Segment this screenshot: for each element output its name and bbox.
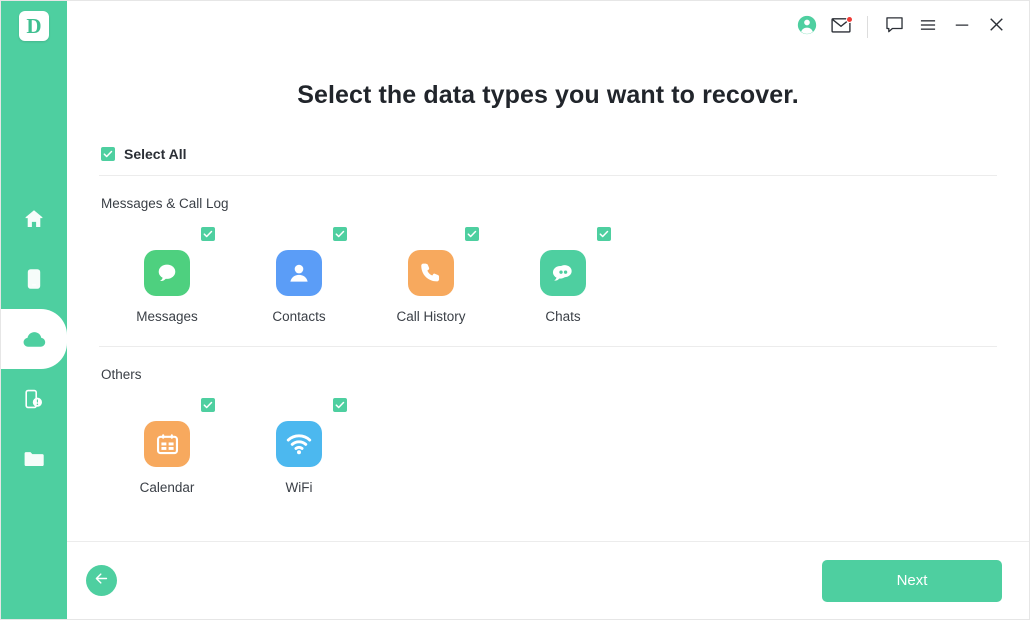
section-divider-middle (99, 346, 997, 347)
feedback-icon (884, 14, 905, 40)
back-button[interactable] (86, 565, 117, 596)
chats-label: Chats (545, 309, 581, 324)
messages-icon (144, 250, 190, 296)
data-type-messages[interactable]: Messages (101, 227, 233, 324)
data-type-calendar[interactable]: Calendar (101, 398, 233, 495)
select-all-checkbox[interactable] (101, 147, 115, 161)
wifi-label: WiFi (285, 480, 313, 495)
contacts-label: Contacts (272, 309, 326, 324)
minimize-button[interactable] (945, 10, 979, 44)
close-button[interactable] (979, 10, 1013, 44)
app-logo: D (19, 11, 49, 41)
footer-bar: Next (67, 541, 1029, 619)
call-history-icon (408, 250, 454, 296)
messages-label: Messages (136, 309, 198, 324)
account-button[interactable] (790, 10, 824, 44)
sidebar-item-files[interactable] (1, 429, 67, 489)
data-type-grid-messages: Messages Contacts Call History Chats (99, 227, 997, 324)
section-divider-top (99, 175, 997, 176)
select-all-label: Select All (124, 146, 187, 162)
data-type-call-history[interactable]: Call History (365, 227, 497, 324)
mail-badge-dot (846, 16, 853, 23)
page-title: Select the data types you want to recove… (297, 81, 799, 109)
app-logo-letter: D (26, 13, 42, 38)
contacts-checkbox[interactable] (333, 227, 347, 241)
section-title-others: Others (101, 367, 142, 382)
wifi-icon (276, 421, 322, 467)
main-area: Select the data types you want to recove… (67, 1, 1029, 619)
contacts-icon (276, 250, 322, 296)
home-icon (22, 207, 46, 231)
cloud-icon (21, 326, 48, 353)
account-icon (796, 14, 818, 41)
arrow-left-icon (93, 570, 110, 592)
calendar-icon (144, 421, 190, 467)
sidebar-nav (1, 189, 67, 489)
call-history-label: Call History (396, 309, 466, 324)
data-type-grid-others: Calendar WiFi (99, 398, 997, 495)
content-area: Select the data types you want to recove… (67, 53, 1029, 541)
minimize-icon (952, 15, 972, 40)
titlebar-divider (867, 16, 868, 38)
application-window: D Select the data types you want to reco… (0, 0, 1030, 620)
next-button[interactable]: Next (822, 559, 1002, 602)
folder-icon (22, 447, 46, 471)
chats-checkbox[interactable] (597, 227, 611, 241)
calendar-label: Calendar (139, 480, 195, 495)
phone-icon (22, 267, 46, 291)
wifi-checkbox[interactable] (333, 398, 347, 412)
messages-checkbox[interactable] (201, 227, 215, 241)
data-type-contacts[interactable]: Contacts (233, 227, 365, 324)
data-type-wifi[interactable]: WiFi (233, 398, 365, 495)
call-history-checkbox[interactable] (465, 227, 479, 241)
mail-button[interactable] (824, 10, 858, 44)
titlebar (67, 1, 1029, 53)
sidebar-item-cloud[interactable] (1, 293, 67, 385)
calendar-checkbox[interactable] (201, 398, 215, 412)
chats-icon (540, 250, 586, 296)
device-repair-icon (22, 387, 46, 411)
feedback-button[interactable] (877, 10, 911, 44)
menu-button[interactable] (911, 10, 945, 44)
menu-icon (918, 15, 938, 40)
section-title-messages: Messages & Call Log (101, 196, 229, 211)
close-icon (986, 14, 1007, 40)
sidebar: D (1, 1, 67, 619)
sidebar-item-home[interactable] (1, 189, 67, 249)
sidebar-item-repair[interactable] (1, 369, 67, 429)
data-type-chats[interactable]: Chats (497, 227, 629, 324)
select-all-row[interactable]: Select All (99, 146, 997, 162)
